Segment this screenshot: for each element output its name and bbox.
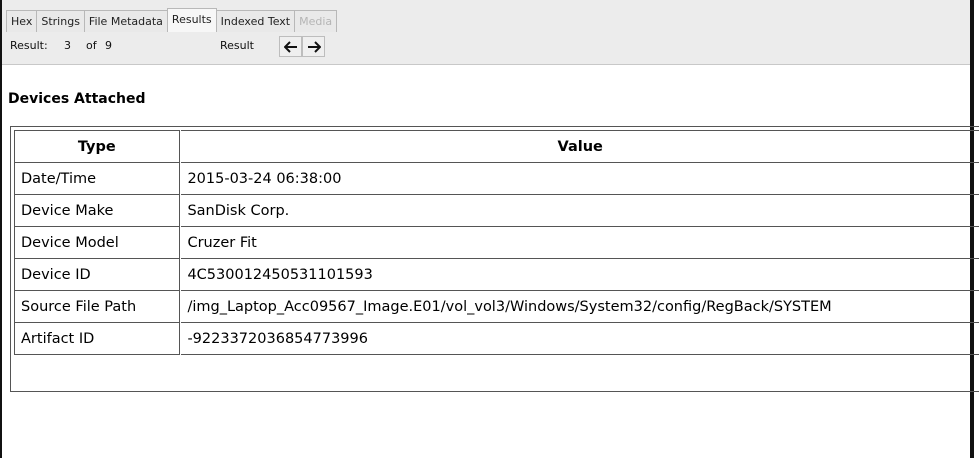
row-type-cell: Device Make <box>14 195 180 227</box>
table-row: Source File Path /img_Laptop_Acc09567_Im… <box>14 291 979 323</box>
table-row: Device Model Cruzer Fit <box>14 227 979 259</box>
tab-results[interactable]: Results <box>166 8 217 32</box>
row-type-cell: Date/Time <box>14 163 180 195</box>
row-type-cell: Source File Path <box>14 291 180 323</box>
table-row: Device Make SanDisk Corp. <box>14 195 979 227</box>
of-label: of <box>86 39 97 52</box>
result-navigation: Result: 3 of 9 Result <box>6 33 966 63</box>
tab-hex[interactable]: Hex <box>6 10 38 32</box>
tab-file-metadata[interactable]: File Metadata <box>83 10 168 32</box>
arrow-left-icon <box>283 40 297 53</box>
column-header-value: Value <box>181 130 979 163</box>
row-value-cell: SanDisk Corp. <box>181 195 979 227</box>
devices-table: Type Value Date/Time 2015-03-24 06:38:00… <box>14 130 979 355</box>
column-header-type: Type <box>14 130 180 163</box>
total-results-number: 9 <box>105 39 112 52</box>
row-type-cell: Device ID <box>14 259 180 291</box>
row-value-cell: Cruzer Fit <box>181 227 979 259</box>
arrow-right-icon <box>307 40 321 53</box>
viewer-toolbar: Hex Strings File Metadata Results Indexe… <box>2 0 970 65</box>
row-type-cell: Artifact ID <box>14 323 180 355</box>
table-row: Date/Time 2015-03-24 06:38:00 <box>14 163 979 195</box>
row-value-cell: /img_Laptop_Acc09567_Image.E01/vol_vol3/… <box>181 291 979 323</box>
current-result-number: 3 <box>64 39 71 52</box>
tab-strip: Hex Strings File Metadata Results Indexe… <box>6 7 338 32</box>
next-result-button[interactable] <box>302 36 325 57</box>
row-value-cell: 4C530012450531101593 <box>181 259 979 291</box>
previous-result-button[interactable] <box>279 36 302 57</box>
result-label: Result: <box>10 39 48 52</box>
results-panel: Devices Attached Type Value Date/Time 20… <box>2 65 979 458</box>
devices-table-container: Type Value Date/Time 2015-03-24 06:38:00… <box>10 126 979 392</box>
tab-indexed-text[interactable]: Indexed Text <box>215 10 296 32</box>
result-word-label: Result <box>220 39 254 52</box>
tab-strings[interactable]: Strings <box>36 10 85 32</box>
row-type-cell: Device Model <box>14 227 180 259</box>
row-value-cell: -9223372036854773996 <box>181 323 979 355</box>
table-header-row: Type Value <box>14 130 979 163</box>
section-title: Devices Attached <box>8 91 146 107</box>
table-row: Artifact ID -9223372036854773996 <box>14 323 979 355</box>
tab-media: Media <box>294 10 338 32</box>
row-value-cell: 2015-03-24 06:38:00 <box>181 163 979 195</box>
table-row: Device ID 4C530012450531101593 <box>14 259 979 291</box>
